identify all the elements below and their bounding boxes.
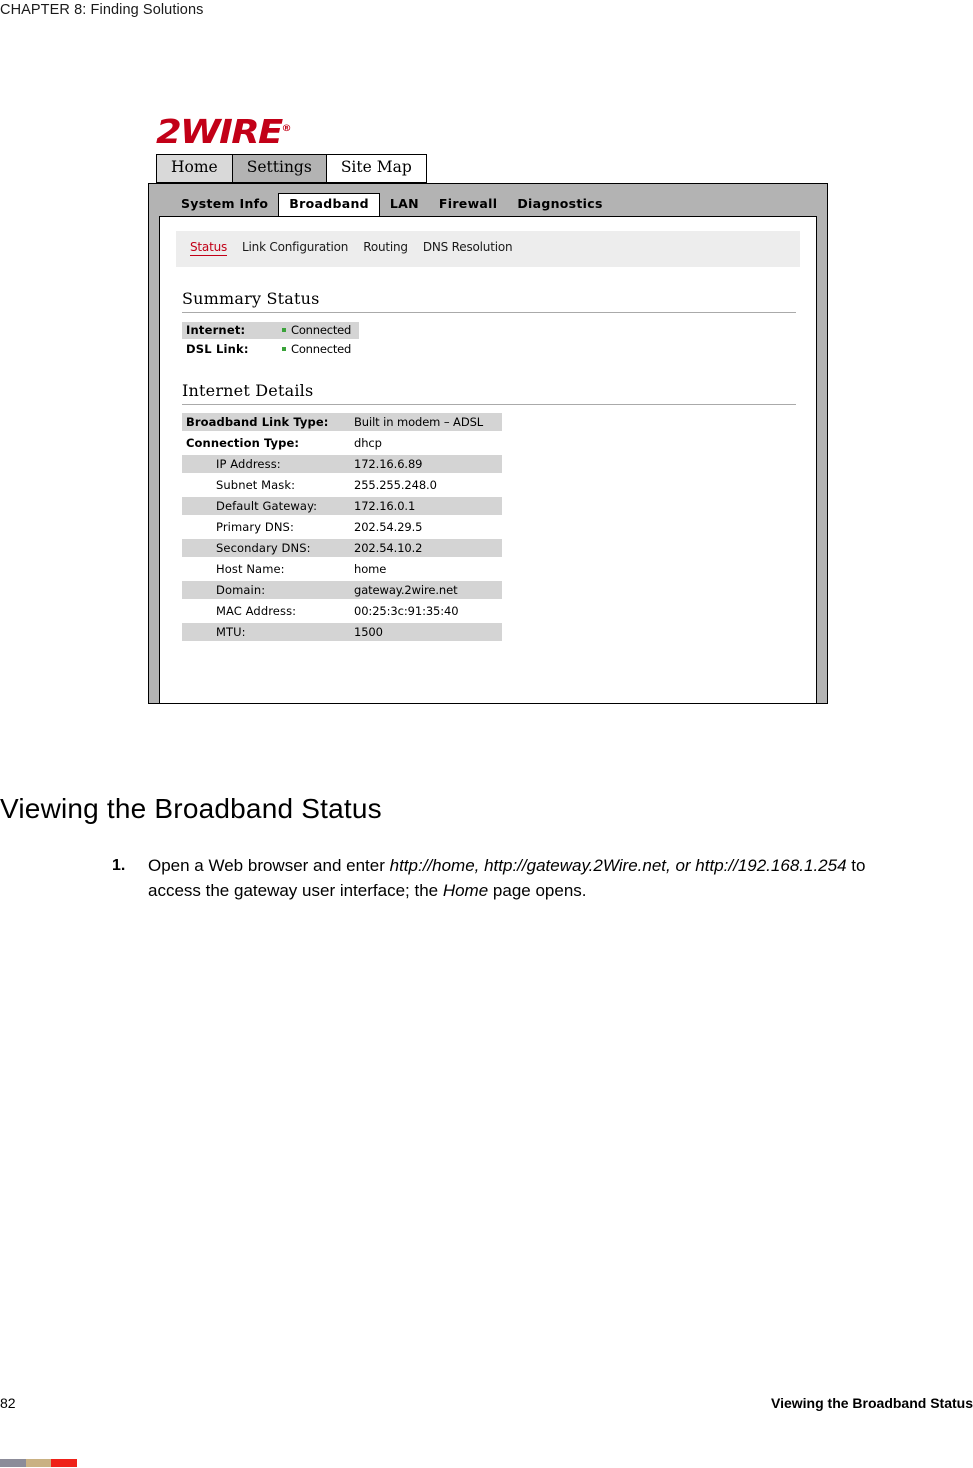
browser-chrome: System Info Broadband LAN Firewall Diagn… xyxy=(148,182,828,704)
detail-value-primary-dns: 202.54.29.5 xyxy=(354,519,423,534)
detail-value-mac-address: 00:25:3c:91:35:40 xyxy=(354,603,459,618)
table-row: Subnet Mask: 255.255.248.0 xyxy=(182,476,800,494)
detail-label-connection-type: Connection Type: xyxy=(186,435,300,450)
nav-tab-firewall[interactable]: Firewall xyxy=(429,194,507,216)
detail-label-domain: Domain: xyxy=(182,580,350,599)
table-row: Default Gateway: 172.16.0.1 xyxy=(182,496,800,515)
procedure-step-1: 1. Open a Web browser and enter http://h… xyxy=(112,853,912,903)
detail-label-primary-dns: Primary DNS: xyxy=(216,519,294,534)
footer-color-bar xyxy=(0,1459,77,1467)
status-badge: Connected xyxy=(291,323,352,337)
color-bar-segment-red xyxy=(51,1459,77,1467)
nav-tab-lan[interactable]: LAN xyxy=(380,194,429,216)
footer-page-number: 82 xyxy=(0,1395,16,1411)
status-badge: Connected xyxy=(291,342,352,356)
sub-nav-routing[interactable]: Routing xyxy=(363,240,408,254)
logo-row: 2WIRE® xyxy=(148,100,828,148)
internet-details-table: Broadband Link Type: Built in modem – AD… xyxy=(182,412,800,641)
status-dot-icon xyxy=(282,347,286,351)
detail-label-mac-address: MAC Address: xyxy=(216,603,297,618)
nav-tab-broadband[interactable]: Broadband xyxy=(278,193,380,217)
logo-wordmark: 2WIRE xyxy=(156,112,283,151)
summary-label-internet: Internet: xyxy=(182,321,278,339)
table-row: DSL Link: Connected xyxy=(182,340,800,359)
footer-title: Viewing the Broadband Status xyxy=(771,1395,973,1411)
table-row: Primary DNS: 202.54.29.5 xyxy=(182,518,800,536)
detail-value-domain: gateway.2wire.net xyxy=(350,580,502,599)
detail-label-ip-address: IP Address: xyxy=(182,454,350,473)
detail-value-secondary-dns: 202.54.10.2 xyxy=(350,538,502,557)
summary-value-dsl-link: Connected xyxy=(278,341,359,358)
step-home-emphasis: Home xyxy=(442,881,489,900)
sub-nav-link-configuration[interactable]: Link Configuration xyxy=(242,240,348,254)
detail-value-ip-address: 172.16.6.89 xyxy=(350,454,502,473)
detail-value-subnet-mask: 255.255.248.0 xyxy=(354,477,437,492)
secondary-nav-bar: System Info Broadband LAN Firewall Diagn… xyxy=(159,190,817,217)
nav-tab-diagnostics[interactable]: Diagnostics xyxy=(507,194,612,216)
summary-value-internet: Connected xyxy=(278,321,360,339)
gateway-ui-screenshot-figure: 2WIRE® Home Settings Site Map System Inf… xyxy=(148,100,828,704)
detail-label-subnet-mask: Subnet Mask: xyxy=(216,477,296,492)
tab-home[interactable]: Home xyxy=(156,154,233,183)
detail-value-mtu: 1500 xyxy=(350,622,502,641)
summary-status-table: Internet: Connected DSL Link: Connected xyxy=(182,321,800,359)
step-text-part1: Open a Web browser and enter xyxy=(148,856,390,875)
running-header: CHAPTER 8: Finding Solutions xyxy=(0,2,204,18)
detail-label-broadband-link-type: Broadband Link Type: xyxy=(182,412,350,431)
step-text: Open a Web browser and enter http://home… xyxy=(148,853,912,903)
table-row: MTU: 1500 xyxy=(182,622,800,641)
table-row: Host Name: home xyxy=(182,560,800,578)
summary-status-divider xyxy=(182,311,796,313)
tab-site-map[interactable]: Site Map xyxy=(325,154,427,183)
table-row: Connection Type: dhcp xyxy=(182,434,800,452)
internet-details-title: Internet Details xyxy=(182,380,314,400)
table-row: Domain: gateway.2wire.net xyxy=(182,580,800,599)
detail-value-default-gateway: 172.16.0.1 xyxy=(350,496,502,515)
table-row: Broadband Link Type: Built in modem – AD… xyxy=(182,412,800,431)
detail-value-broadband-link-type: Built in modem – ADSL xyxy=(350,412,502,431)
table-row: Secondary DNS: 202.54.10.2 xyxy=(182,538,800,557)
step-text-part3: page opens. xyxy=(488,881,587,900)
content-panel: Status Link Configuration Routing DNS Re… xyxy=(159,215,817,703)
detail-label-secondary-dns: Secondary DNS: xyxy=(182,538,350,557)
tab-settings[interactable]: Settings xyxy=(231,154,327,183)
status-dot-icon xyxy=(282,328,286,332)
color-bar-segment-grey xyxy=(0,1459,26,1467)
page-title: Viewing the Broadband Status xyxy=(0,793,382,824)
detail-value-connection-type: dhcp xyxy=(354,435,382,450)
table-row: Internet: Connected xyxy=(182,321,800,340)
summary-label-dsl-link: DSL Link: xyxy=(186,342,249,356)
detail-value-host-name: home xyxy=(354,561,387,576)
detail-label-mtu: MTU: xyxy=(182,622,350,641)
sub-nav-bar: Status Link Configuration Routing DNS Re… xyxy=(176,230,800,267)
summary-status-title: Summary Status xyxy=(182,288,320,308)
sub-nav-dns-resolution[interactable]: DNS Resolution xyxy=(423,240,513,254)
step-urls: http://home, http://gateway.2Wire.net, o… xyxy=(389,856,847,875)
primary-tab-bar: Home Settings Site Map xyxy=(148,154,828,183)
internet-details-divider xyxy=(182,403,796,405)
color-bar-segment-tan xyxy=(26,1459,51,1467)
sub-nav-status[interactable]: Status xyxy=(190,240,227,256)
nav-tab-system-info[interactable]: System Info xyxy=(171,194,278,216)
2wire-logo: 2WIRE® xyxy=(156,115,292,148)
step-number: 1. xyxy=(112,857,126,874)
table-row: IP Address: 172.16.6.89 xyxy=(182,454,800,473)
detail-label-default-gateway: Default Gateway: xyxy=(182,496,350,515)
registered-trademark-icon: ® xyxy=(281,124,292,134)
detail-label-host-name: Host Name: xyxy=(216,561,285,576)
table-row: MAC Address: 00:25:3c:91:35:40 xyxy=(182,602,800,620)
